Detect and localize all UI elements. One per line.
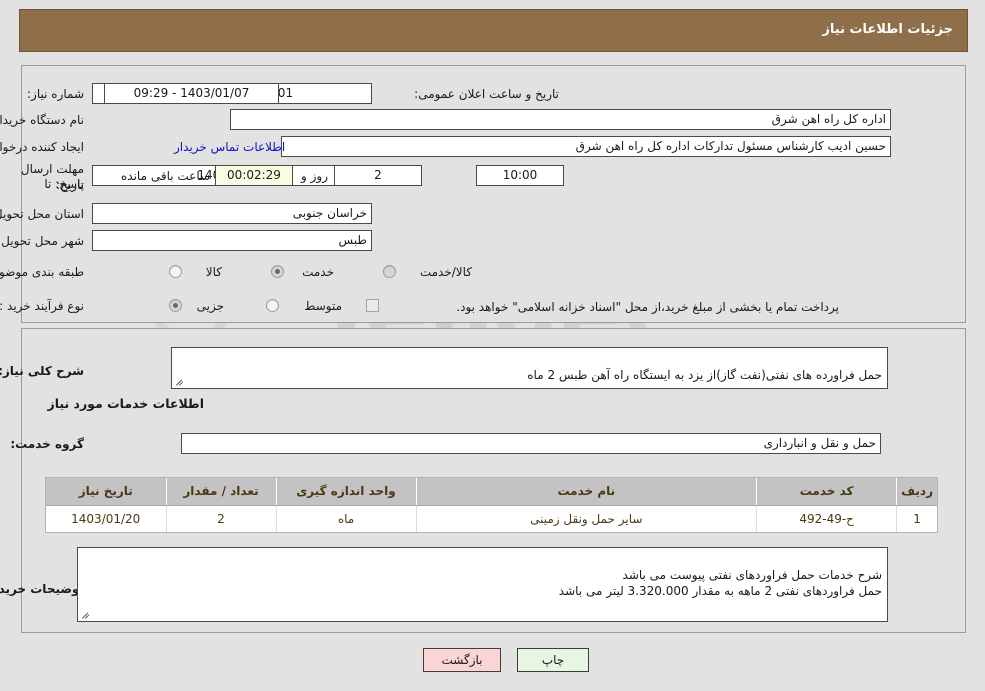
treasury-documents-checkbox[interactable] (367, 299, 380, 312)
category-radio-kala-khedmat[interactable] (384, 265, 397, 278)
treasury-documents-label: پرداخت تمام یا بخشی از مبلغ خرید،از محل … (457, 300, 840, 314)
general-description-text: حمل فراورده های نفتی(نفت گاز)از یزد به ا… (528, 368, 883, 382)
cell-quantity: 2 (166, 505, 277, 532)
category-radio-khedmat[interactable] (272, 265, 285, 278)
table-row[interactable]: 1 ح-49-492 سایر حمل ونقل زمینی ماه 2 140… (47, 505, 938, 532)
th-unit: واحد اندازه گیری (276, 478, 417, 506)
category-radio-kala[interactable] (170, 265, 183, 278)
category-label: طبقه بندی موضوعی: (0, 265, 85, 279)
city-label: شهر محل تحویل: (0, 234, 85, 248)
process-label: نوع فرآیند خرید : (0, 299, 85, 313)
th-service-name: نام خدمت (416, 478, 758, 506)
buyer-contact-link[interactable]: اطلاعات تماس خریدار (175, 140, 286, 154)
process-label-jozee: جزیی (197, 299, 225, 313)
province-label: استان محل تحویل: (0, 207, 85, 221)
remaining-hours-label: ساعت باقی مانده (122, 169, 212, 183)
window-title-bar: جزئیات اطلاعات نیاز (20, 9, 969, 52)
th-service-code: کد خدمت (757, 478, 898, 506)
service-group-field[interactable]: حمل و نقل و انبارداری (182, 433, 882, 454)
category-label-kala-khedmat: کالا/خدمت (420, 265, 473, 279)
cell-need-date: 1403/01/20 (47, 505, 167, 532)
page-title: جزئیات اطلاعات نیاز (823, 22, 954, 37)
table-header-row: ردیف کد خدمت نام خدمت واحد اندازه گیری ت… (47, 478, 938, 506)
th-row-no: ردیف (897, 478, 938, 506)
buyer-notes-textarea[interactable]: شرح خدمات حمل فراوردهای نفتی پیوست می با… (78, 547, 889, 622)
services-table-container: ردیف کد خدمت نام خدمت واحد اندازه گیری ت… (46, 477, 939, 533)
services-table: ردیف کد خدمت نام خدمت واحد اندازه گیری ت… (47, 478, 938, 532)
countdown-timer: 00:02:29 (216, 165, 294, 186)
cell-unit: ماه (276, 505, 417, 532)
process-radio-jozee[interactable] (170, 299, 183, 312)
buyer-notes-text: شرح خدمات حمل فراوردهای نفتی پیوست می با… (559, 568, 883, 598)
category-label-kala: کالا (206, 265, 223, 279)
days-word-label: روز و (302, 169, 329, 183)
resize-grip-icon-notes[interactable] (82, 610, 92, 620)
city-field[interactable]: طبس (93, 230, 373, 251)
days-remaining-field[interactable]: 2 (335, 165, 423, 186)
requester-label: ایجاد کننده درخواست: (0, 140, 85, 154)
process-radio-motavaset[interactable] (267, 299, 280, 312)
announce-datetime-field[interactable]: 1403/01/07 - 09:29 (105, 83, 280, 104)
services-section-title: اطلاعات خدمات مورد نیاز (48, 396, 206, 411)
deadline-label-line2: تاریخ: (57, 178, 85, 192)
buyer-org-label: نام دستگاه خریدار: (0, 113, 85, 127)
buyer-notes-label: توضیحات خریدار: (0, 582, 85, 596)
announce-datetime-label: تاریخ و ساعت اعلان عمومی: (415, 87, 560, 101)
print-button[interactable]: چاپ (518, 648, 590, 672)
process-label-motavaset: متوسط (305, 299, 343, 313)
resize-grip-icon[interactable] (176, 377, 186, 387)
deadline-time-field[interactable]: 10:00 (477, 165, 565, 186)
category-label-khedmat: خدمت (303, 265, 335, 279)
general-description-textarea[interactable]: حمل فراورده های نفتی(نفت گاز)از یزد به ا… (172, 347, 889, 389)
back-button[interactable]: بازگشت (424, 648, 502, 672)
th-quantity: تعداد / مقدار (166, 478, 277, 506)
province-field[interactable]: خراسان جنوبی (93, 203, 373, 224)
service-group-label: گروه خدمت: (11, 437, 85, 451)
cell-service-code: ح-49-492 (757, 505, 898, 532)
need-number-label: شماره نیاز: (28, 87, 85, 101)
buyer-org-field[interactable]: اداره کل راه اهن شرق (231, 109, 892, 130)
cell-service-name: سایر حمل ونقل زمینی (416, 505, 758, 532)
general-description-label: شرح کلی نیاز: (0, 364, 85, 378)
th-need-date: تاریخ نیاز (47, 478, 167, 506)
cell-row-no: 1 (897, 505, 938, 532)
requester-field[interactable]: حسین ادیب کارشناس مسئول تدارکات اداره کل… (282, 136, 892, 157)
